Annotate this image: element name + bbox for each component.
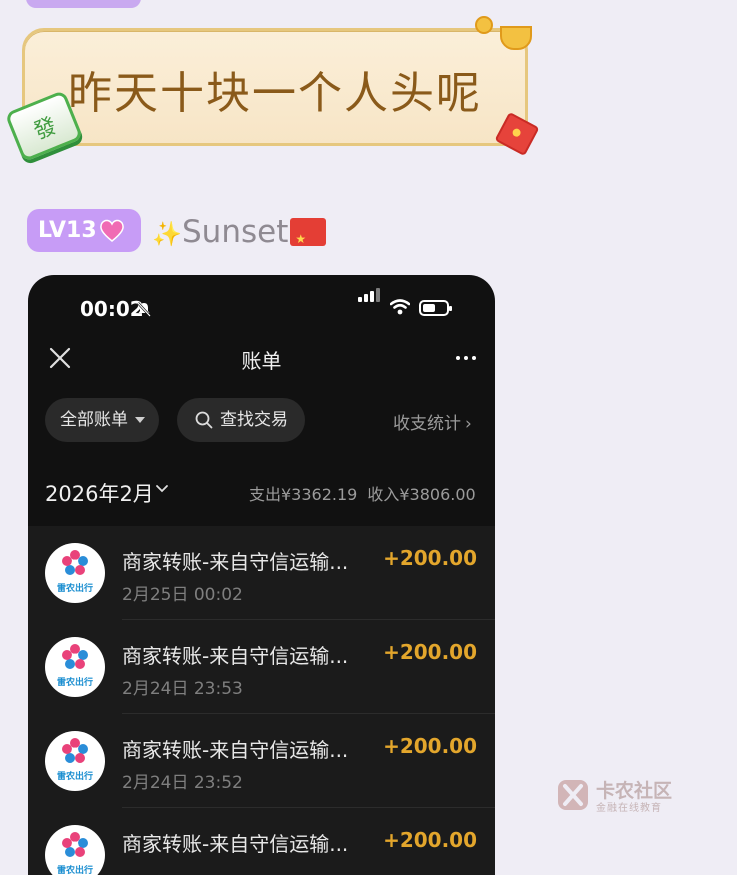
transaction-list[interactable]: 雷农出行 商家转账-来自守信运输... 2月25日 00:02 +200.00 …: [28, 526, 495, 875]
watermark-logo-icon: [558, 780, 588, 810]
all-bills-filter[interactable]: 全部账单: [45, 398, 159, 442]
transaction-title: 商家转账-来自守信运输...: [122, 738, 349, 762]
flower-logo-icon: [62, 832, 88, 857]
chevron-down-icon[interactable]: [155, 484, 169, 494]
transaction-title: 商家转账-来自守信运输...: [122, 550, 349, 574]
watermark-subtitle: 金融在线教育: [596, 803, 662, 814]
merchant-avatar: 雷农出行: [45, 543, 105, 603]
flower-logo-icon: [62, 644, 88, 669]
search-icon: [195, 411, 213, 429]
sparkle-icon: ✨: [152, 220, 182, 248]
gold-coin-icon: [475, 16, 493, 34]
sticker-text: 昨天十块一个人头呢: [68, 68, 482, 119]
caret-down-icon: [135, 417, 145, 423]
transaction-amount: +200.00: [383, 640, 477, 664]
transaction-title: 商家转账-来自守信运输...: [122, 644, 349, 668]
watermark: 卡农社区 金融在线教育: [556, 776, 686, 816]
merchant-brand: 雷农出行: [56, 678, 93, 688]
transaction-date: 2月25日 00:02: [122, 585, 243, 605]
flower-logo-icon: [62, 738, 88, 763]
merchant-brand: 雷农出行: [56, 772, 93, 782]
china-flag-icon: [290, 218, 327, 259]
transaction-amount: +200.00: [383, 828, 477, 852]
wifi-icon: [390, 299, 410, 315]
transaction-row[interactable]: 雷农出行 商家转账-来自守信运输... 2月24日 23:52 +200.00: [28, 714, 495, 808]
merchant-avatar: 雷农出行: [45, 637, 105, 697]
transaction-title: 商家转账-来自守信运输...: [122, 832, 349, 856]
page-title: 账单: [241, 349, 282, 373]
previous-username: [152, 0, 332, 2]
heart-icon: [100, 219, 124, 242]
month-selector[interactable]: 2026年2月: [45, 478, 154, 508]
transaction-date: 2月24日 23:53: [122, 679, 243, 699]
flower-logo-icon: [62, 550, 88, 575]
merchant-avatar: 雷农出行: [45, 731, 105, 791]
username[interactable]: ✨Sunset: [152, 212, 327, 259]
all-bills-label: 全部账单: [60, 410, 128, 430]
username-text: Sunset: [182, 214, 289, 250]
status-time: 00:02: [80, 297, 144, 321]
transaction-amount: +200.00: [383, 734, 477, 758]
merchant-avatar: 雷农出行: [45, 825, 105, 875]
bell-muted-icon: [137, 302, 151, 317]
previous-badge: [26, 0, 141, 8]
sticker-message[interactable]: 昨天十块一个人头呢: [22, 28, 528, 146]
merchant-brand: 雷农出行: [56, 584, 93, 594]
transaction-row[interactable]: 雷农出行 商家转账-来自守信运输... 2月24日 23:53 +200.00: [28, 620, 495, 714]
level-text: LV13: [38, 218, 97, 243]
income-total: 收入¥3806.00: [367, 485, 476, 504]
level-badge[interactable]: LV13: [27, 209, 141, 252]
battery-icon: [419, 300, 452, 316]
chevron-right-icon: ›: [465, 414, 472, 434]
transaction-date: 2月24日 23:52: [122, 773, 243, 793]
search-label: 查找交易: [220, 410, 288, 430]
bill-screenshot[interactable]: 00:02 账单 全部账单 查找交易 收支统计 › 2026年2月 支出¥336…: [28, 275, 495, 875]
expense-total: 支出¥3362.19: [249, 485, 358, 504]
month-summary: 支出¥3362.19 收入¥3806.00: [249, 481, 476, 505]
stats-label: 收支统计: [393, 414, 461, 434]
transaction-amount: +200.00: [383, 546, 477, 570]
gold-ingot-icon: [500, 26, 532, 50]
stats-link[interactable]: 收支统计 ›: [393, 409, 472, 434]
transaction-row[interactable]: 雷农出行 商家转账-来自守信运输... 2月25日 00:02 +200.00: [28, 526, 495, 620]
search-transactions-button[interactable]: 查找交易: [177, 398, 305, 442]
